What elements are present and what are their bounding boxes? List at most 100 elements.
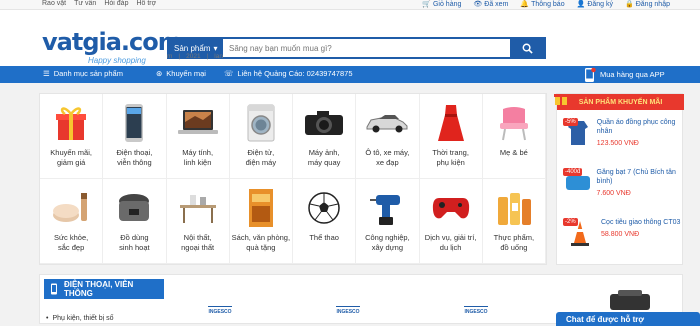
- search-category-label: Sản phẩm: [174, 43, 211, 53]
- promo-link[interactable]: ⊛ Khuyến mại: [156, 69, 206, 78]
- category-sports[interactable]: Thể thao: [293, 179, 357, 264]
- product-info: Cọc tiêu giao thông CT03 58.800 VNĐ: [601, 218, 680, 262]
- top-link-tu-van[interactable]: Tư vấn: [74, 0, 96, 7]
- drinks-icon: [497, 193, 531, 225]
- brand-logo: INGESCO: [464, 305, 488, 315]
- brand-logo: INGESCO: [208, 305, 232, 315]
- promo-product[interactable]: -400đ Găng bạt 7 (Chủ Bích tân bình) 7.6…: [563, 168, 681, 212]
- category-books[interactable]: Sách, văn phòng, quà tặng: [229, 179, 293, 264]
- category-label: Máy tính, linh kiện: [182, 148, 214, 167]
- category-cameras[interactable]: Máy ảnh, máy quay: [293, 94, 357, 179]
- cart-label: Giỏ hàng: [432, 1, 462, 8]
- section-heading[interactable]: ĐIỆN THOẠI, VIỄN THÔNG: [44, 279, 164, 299]
- category-label: Khuyến mãi, giảm giá: [50, 148, 92, 167]
- category-label: Thực phẩm, đồ uống: [493, 233, 535, 252]
- suggestion-item[interactable]: lan: [214, 53, 223, 60]
- notifications-link[interactable]: 🔔 Thông báo: [520, 0, 564, 8]
- ads-contact-link[interactable]: ☏ Liên hệ Quảng Cáo: 02439747875: [224, 69, 353, 78]
- category-furniture[interactable]: Nội thất, ngoại thất: [166, 179, 230, 264]
- search-suggestions: m | 2021 | lan: [167, 53, 223, 60]
- product-ad[interactable]: [600, 285, 660, 315]
- logo-slogan: Happy shopping: [88, 56, 146, 65]
- search-input[interactable]: [223, 39, 510, 57]
- notifications-label: Thông báo: [531, 1, 565, 8]
- subcategory-link[interactable]: • Phụ kiện, thiết bị số: [46, 315, 114, 322]
- category-label: Máy ảnh, máy quay: [307, 148, 341, 167]
- category-vehicles[interactable]: Ô tô, xe máy, xe đạp: [356, 94, 420, 179]
- drill-icon: [370, 195, 401, 225]
- promo-label: Khuyến mại: [166, 69, 206, 78]
- app-download-label: Mua hàng qua APP: [600, 70, 665, 79]
- category-food-drinks[interactable]: Thực phẩm, đồ uống: [482, 179, 546, 264]
- gift-icon: [56, 107, 87, 140]
- user-icon: 👤: [576, 1, 586, 8]
- login-link[interactable]: 🔒 Đăng nhập: [625, 0, 670, 8]
- discount-badge: -2%: [563, 218, 578, 226]
- product-ad[interactable]: INGESCO: [446, 295, 506, 325]
- product-thumbnail: -400đ: [563, 168, 593, 198]
- gift-badge-icon: [554, 94, 568, 105]
- product-thumbnail: -2%: [563, 218, 597, 248]
- promo-product[interactable]: -5% Quần áo đồng phục công nhân 123.500 …: [563, 118, 681, 162]
- mobile-app-icon: [585, 67, 596, 82]
- caret-down-icon: ▾: [213, 43, 218, 53]
- category-label: Công nghiệp, xây dựng: [365, 233, 410, 252]
- top-link-rao-vat[interactable]: Rao vặt: [42, 0, 66, 7]
- category-industrial[interactable]: Công nghiệp, xây dựng: [356, 179, 420, 264]
- register-link[interactable]: 👤 Đăng ký: [577, 0, 613, 8]
- category-services[interactable]: Dịch vụ, giải trí, du lịch: [419, 179, 483, 264]
- product-ad[interactable]: INGESCO: [190, 295, 250, 325]
- product-thumbnail: -5%: [563, 118, 593, 148]
- cart-link[interactable]: 🛒 Giỏ hàng: [422, 0, 461, 8]
- eye-icon: 👁: [473, 1, 483, 8]
- top-link-ho-tro[interactable]: Hỗ trợ: [136, 0, 156, 7]
- site-logo[interactable]: vatgia.com: [42, 28, 183, 56]
- promo-sidebar: SẢN PHẨM KHUYẾN MÃI -5% Quần áo đồng phụ…: [554, 93, 684, 265]
- main-nav: ☰ Danh mục sản phẩm ⊛ Khuyến mại ☏ Liên …: [0, 66, 700, 83]
- phone-icon: ☏: [224, 69, 234, 78]
- app-download-link[interactable]: Mua hàng qua APP: [580, 66, 700, 83]
- cart-icon: 🛒: [422, 1, 431, 8]
- search-button[interactable]: [510, 39, 544, 57]
- desk-phone-icon: [610, 290, 650, 310]
- category-computers[interactable]: Máy tính, linh kiện: [166, 94, 230, 179]
- suggestion-item[interactable]: m: [167, 53, 172, 60]
- category-promo[interactable]: Khuyến mãi, giảm giá: [40, 94, 104, 179]
- header: vatgia.com Happy shopping Sản phẩm ▾: [0, 10, 700, 66]
- login-label: Đăng nhập: [635, 1, 670, 8]
- football-icon: [308, 192, 340, 224]
- category-label: Dịch vụ, giải trí, du lịch: [424, 233, 477, 252]
- product-ad[interactable]: INGESCO: [318, 295, 378, 325]
- category-label: Nội thất, ngoại thất: [181, 233, 215, 252]
- car-icon: [366, 115, 408, 133]
- camera-icon: [305, 111, 344, 135]
- search-bar: Sản phẩm ▾: [167, 37, 546, 59]
- category-label: Điện thoại, viễn thông: [116, 148, 153, 167]
- furniture-icon: [179, 195, 216, 223]
- laptop-icon: [177, 110, 218, 134]
- product-price: 123.500 VNĐ: [596, 140, 639, 147]
- divider: |: [206, 53, 209, 60]
- category-menu-button[interactable]: ☰ Danh mục sản phẩm: [43, 69, 123, 78]
- category-electronics[interactable]: Điện tử, điện máy: [229, 94, 293, 179]
- book-icon: [248, 189, 273, 227]
- product-info: Quần áo đồng phục công nhân 123.500 VNĐ: [597, 118, 681, 162]
- divider: |: [178, 53, 181, 60]
- top-bar: Rao vặt Tư vấn Hỏi đáp Hỗ trợ 🛒 Giỏ hàng …: [0, 0, 700, 10]
- category-mom-baby[interactable]: Mẹ & bé: [482, 94, 546, 179]
- viewed-link[interactable]: 👁 Đã xem: [473, 0, 508, 8]
- category-label: Đồ dùng sinh hoạt: [119, 233, 150, 252]
- category-label: Ô tô, xe máy, xe đạp: [365, 148, 410, 167]
- phone-icon: [125, 104, 144, 142]
- category-health-beauty[interactable]: Sức khỏe, sắc đẹp: [40, 179, 104, 264]
- suggestion-item[interactable]: 2021: [186, 53, 200, 60]
- hamburger-icon: ☰: [43, 69, 50, 78]
- product-info: Găng bạt 7 (Chủ Bích tân bình) 7.600 VNĐ: [597, 168, 681, 212]
- category-fashion[interactable]: Thời trang, phụ kiện: [419, 94, 483, 179]
- category-phones[interactable]: Điện thoại, viễn thông: [103, 94, 167, 179]
- category-household[interactable]: Đồ dùng sinh hoạt: [103, 179, 167, 264]
- promo-product[interactable]: -2% Cọc tiêu giao thông CT03 58.800 VNĐ: [563, 218, 681, 262]
- category-label: Thời trang, phụ kiện: [432, 148, 469, 167]
- product-price: 58.800 VNĐ: [601, 231, 640, 238]
- top-link-hoi-dap[interactable]: Hỏi đáp: [104, 0, 128, 7]
